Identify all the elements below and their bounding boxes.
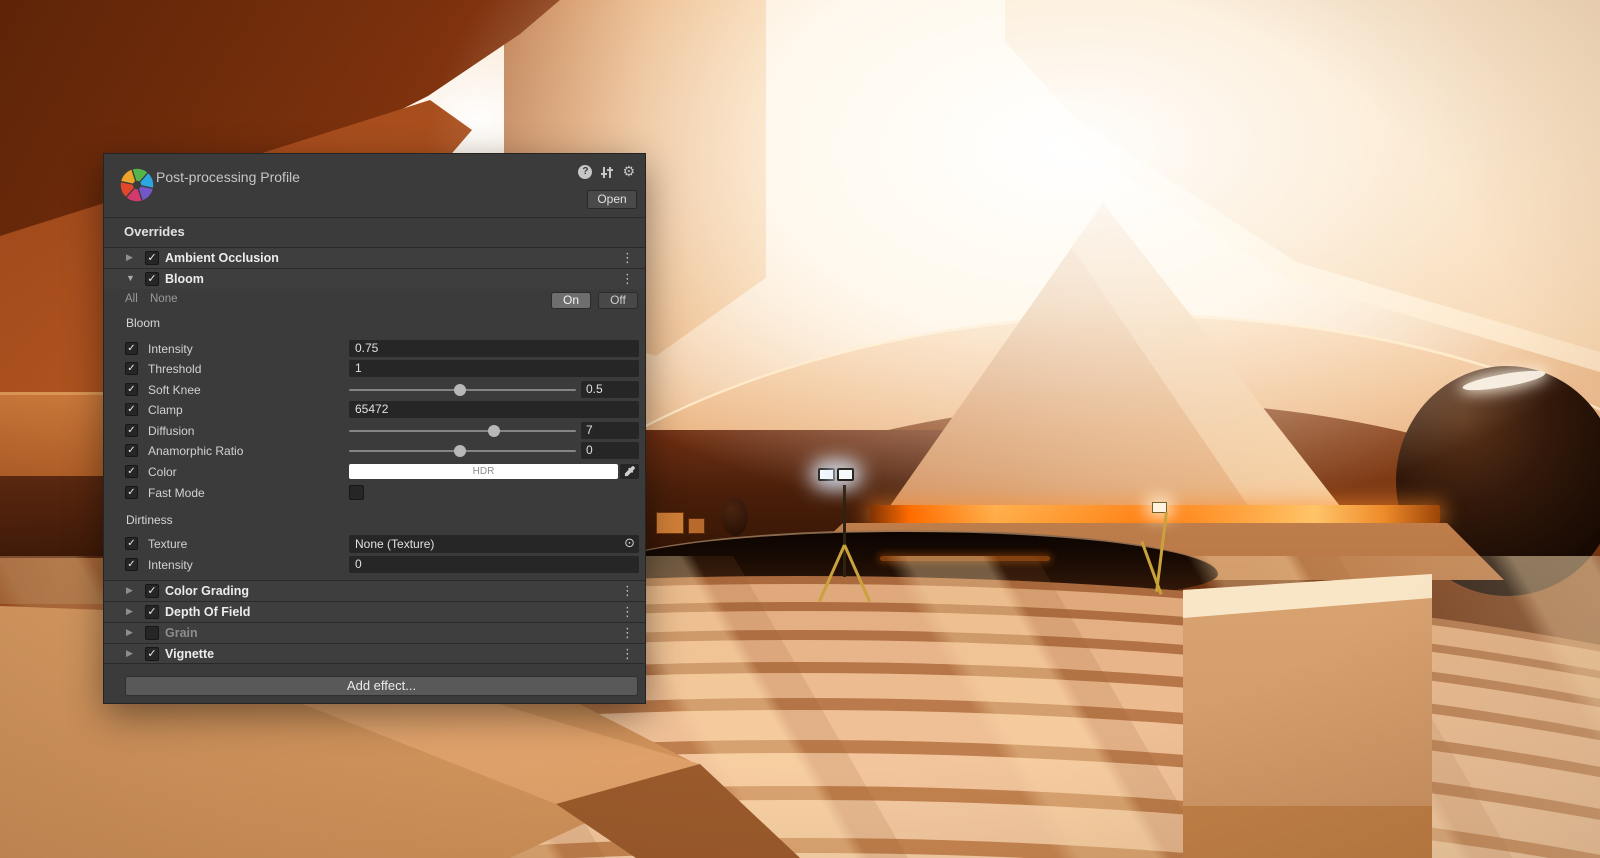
- foldout-arrow-icon[interactable]: ▼: [126, 273, 135, 283]
- param-row-intensity: ✓ Intensity 0.75: [104, 340, 645, 357]
- param-label: Threshold: [148, 362, 201, 376]
- slider-handle[interactable]: [454, 445, 466, 457]
- add-effect-button[interactable]: Add effect...: [125, 676, 638, 696]
- panel-title: Post-processing Profile: [156, 169, 300, 185]
- threshold-field[interactable]: 1: [349, 360, 639, 377]
- off-button[interactable]: Off: [598, 292, 638, 309]
- context-menu-icon[interactable]: ⋮: [621, 584, 634, 599]
- override-checkbox[interactable]: ✓: [125, 465, 138, 478]
- param-row-clamp: ✓ Clamp 65472: [104, 401, 645, 418]
- effect-enabled-checkbox[interactable]: ✓: [145, 647, 159, 661]
- override-checkbox[interactable]: ✓: [125, 342, 138, 355]
- context-menu-icon[interactable]: ⋮: [621, 626, 634, 641]
- aperture-logo-icon: [118, 166, 156, 204]
- eyedropper-icon: [624, 466, 635, 477]
- diffusion-value[interactable]: 7: [581, 422, 639, 439]
- none-toggle[interactable]: None: [150, 293, 178, 305]
- param-row-anamorphic-ratio: ✓ Anamorphic Ratio 0: [104, 442, 645, 459]
- effect-row-depth-of-field[interactable]: ▶ ✓ Depth Of Field ⋮: [104, 601, 645, 622]
- param-label: Intensity: [148, 558, 193, 572]
- texture-object-field[interactable]: None (Texture) ⊙: [349, 535, 639, 553]
- effect-name: Vignette: [165, 647, 214, 661]
- anamorphic-ratio-value[interactable]: 0: [581, 442, 639, 459]
- override-checkbox[interactable]: ✓: [125, 383, 138, 396]
- effect-row-grain[interactable]: ▶ Grain ⋮: [104, 622, 645, 643]
- diffusion-slider[interactable]: [349, 430, 576, 432]
- slider-handle[interactable]: [454, 384, 466, 396]
- effect-row-vignette[interactable]: ▶ ✓ Vignette ⋮: [104, 643, 645, 664]
- foldout-arrow-icon[interactable]: ▶: [126, 627, 133, 638]
- intensity-field[interactable]: 0.75: [349, 340, 639, 357]
- foldout-arrow-icon[interactable]: ▶: [126, 252, 133, 263]
- open-button[interactable]: Open: [587, 190, 637, 209]
- post-processing-profile-panel: Post-processing Profile ? ⚙ Open Overrid…: [104, 154, 645, 703]
- effect-name: Color Grading: [165, 584, 249, 598]
- effect-enabled-checkbox[interactable]: [145, 626, 159, 640]
- param-row-soft-knee: ✓ Soft Knee 0.5: [104, 381, 645, 398]
- param-row-texture: ✓ Texture None (Texture) ⊙: [104, 535, 645, 553]
- effect-row-bloom[interactable]: ▼ ✓ Bloom ⋮: [104, 268, 645, 289]
- override-checkbox[interactable]: ✓: [125, 424, 138, 437]
- effect-name: Depth Of Field: [165, 605, 250, 619]
- override-checkbox[interactable]: ✓: [125, 362, 138, 375]
- panel-header: Post-processing Profile ? ⚙ Open: [104, 154, 645, 218]
- effect-name: Ambient Occlusion: [165, 251, 279, 265]
- on-button[interactable]: On: [551, 292, 591, 309]
- override-checkbox[interactable]: ✓: [125, 403, 138, 416]
- foldout-arrow-icon[interactable]: ▶: [126, 648, 133, 659]
- param-row-threshold: ✓ Threshold 1: [104, 360, 645, 377]
- context-menu-icon[interactable]: ⋮: [621, 647, 634, 662]
- context-menu-icon[interactable]: ⋮: [621, 251, 634, 266]
- context-menu-icon[interactable]: ⋮: [621, 605, 634, 620]
- override-checkbox[interactable]: ✓: [125, 537, 138, 550]
- bloom-quick-toggles: All None On Off: [104, 290, 645, 311]
- context-menu-icon[interactable]: ⋮: [621, 272, 634, 287]
- effect-enabled-checkbox[interactable]: ✓: [145, 605, 159, 619]
- anamorphic-ratio-slider[interactable]: [349, 450, 576, 452]
- screenshot-stage: Post-processing Profile ? ⚙ Open Overrid…: [0, 0, 1600, 858]
- dirt-intensity-field[interactable]: 0: [349, 556, 639, 573]
- effect-enabled-checkbox[interactable]: ✓: [145, 272, 159, 286]
- effect-name: Grain: [165, 626, 198, 640]
- soft-knee-value[interactable]: 0.5: [581, 381, 639, 398]
- eyedropper-button[interactable]: [620, 464, 639, 479]
- hdr-color-swatch[interactable]: HDR: [349, 464, 618, 479]
- param-label: Anamorphic Ratio: [148, 444, 243, 458]
- param-label: Clamp: [148, 403, 183, 417]
- object-picker-icon[interactable]: ⊙: [624, 535, 635, 553]
- presets-icon[interactable]: [600, 166, 614, 179]
- fast-mode-checkbox[interactable]: [349, 485, 364, 500]
- effect-name: Bloom: [165, 272, 204, 286]
- header-icons: ? ⚙: [578, 164, 635, 180]
- param-label: Fast Mode: [148, 486, 205, 500]
- param-label: Color: [148, 465, 177, 479]
- override-checkbox[interactable]: ✓: [125, 558, 138, 571]
- soft-knee-slider[interactable]: [349, 389, 576, 391]
- bloom-section-label: Bloom: [126, 316, 160, 330]
- param-label: Texture: [148, 537, 187, 551]
- param-row-fast-mode: ✓ Fast Mode: [104, 484, 645, 501]
- param-row-color: ✓ Color HDR: [104, 463, 645, 480]
- all-toggle[interactable]: All: [125, 293, 138, 305]
- effect-row-ambient-occlusion[interactable]: ▶ ✓ Ambient Occlusion ⋮: [104, 247, 645, 268]
- overrides-heading: Overrides: [124, 224, 185, 239]
- help-icon[interactable]: ?: [578, 165, 592, 179]
- effect-row-color-grading[interactable]: ▶ ✓ Color Grading ⋮: [104, 580, 645, 601]
- param-row-dirt-intensity: ✓ Intensity 0: [104, 556, 645, 573]
- effect-enabled-checkbox[interactable]: ✓: [145, 251, 159, 265]
- foldout-arrow-icon[interactable]: ▶: [126, 606, 133, 617]
- slider-handle[interactable]: [488, 425, 500, 437]
- effect-enabled-checkbox[interactable]: ✓: [145, 584, 159, 598]
- texture-value: None (Texture): [355, 537, 434, 551]
- foldout-arrow-icon[interactable]: ▶: [126, 585, 133, 596]
- clamp-field[interactable]: 65472: [349, 401, 639, 418]
- override-checkbox[interactable]: ✓: [125, 444, 138, 457]
- gear-icon[interactable]: ⚙: [622, 165, 635, 179]
- dirtiness-section-label: Dirtiness: [126, 513, 173, 527]
- param-label: Diffusion: [148, 424, 194, 438]
- param-label: Soft Knee: [148, 383, 201, 397]
- param-row-diffusion: ✓ Diffusion 7: [104, 422, 645, 439]
- param-label: Intensity: [148, 342, 193, 356]
- override-checkbox[interactable]: ✓: [125, 486, 138, 499]
